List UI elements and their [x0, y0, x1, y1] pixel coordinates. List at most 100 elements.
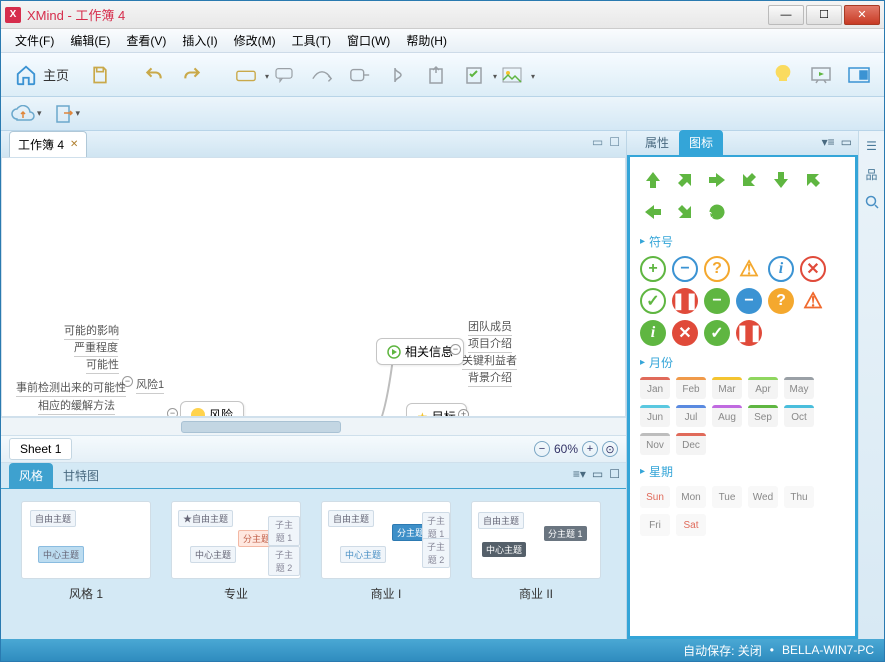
menu-modify[interactable]: 修改(M) — [226, 29, 284, 52]
minus-marker[interactable]: − — [672, 256, 698, 282]
leaf[interactable]: 事前检测出来的可能性 — [16, 379, 126, 395]
attach-button[interactable] — [419, 58, 453, 92]
week-marker[interactable]: Sat — [676, 514, 706, 536]
minimize-button[interactable]: — — [768, 5, 804, 25]
style-card[interactable]: ★自由主题中心主题分主题 1子主题 1子主题 2 专业 — [171, 501, 301, 602]
leaf[interactable]: 项目介绍 — [468, 335, 512, 351]
section-months[interactable]: 月份 — [640, 354, 845, 371]
arrow-down-icon[interactable] — [768, 167, 794, 193]
pause-red-marker[interactable]: ❚❚ — [672, 288, 698, 314]
week-marker[interactable]: Thu — [784, 486, 814, 508]
close-button[interactable]: ✕ — [844, 5, 880, 25]
branch-risk[interactable]: 风险 — [180, 401, 244, 417]
minus-green-marker[interactable]: − — [704, 288, 730, 314]
month-marker[interactable]: Sep — [748, 405, 778, 427]
warning-marker[interactable]: ⚠ — [736, 256, 762, 282]
section-symbols[interactable]: 符号 — [640, 233, 845, 250]
section-weeks[interactable]: 星期 — [640, 463, 845, 480]
week-marker[interactable]: Wed — [748, 486, 778, 508]
leaf[interactable]: 相应的缓解方法 — [38, 397, 115, 413]
minus-blue-marker[interactable]: − — [736, 288, 762, 314]
leaf[interactable]: 可能的影响 — [64, 322, 119, 338]
panel-menu-icon[interactable]: ▾≡ — [822, 135, 835, 149]
maximize-button[interactable]: ☐ — [806, 5, 842, 25]
relationship-button[interactable] — [305, 58, 339, 92]
style-card[interactable]: 自由主题中心主题分主题 1 商业 II — [471, 501, 601, 602]
panel-max-icon[interactable]: ☐ — [609, 467, 620, 481]
cloud-upload-button[interactable]: ▾ — [11, 101, 42, 127]
mindmap-canvas[interactable]: 项目计划 风险 − 风险1 − 风险2 + 可能的影响 严重程度 可能性 事前检… — [1, 157, 626, 417]
redo-button[interactable] — [175, 58, 209, 92]
export-button[interactable]: ▾ — [54, 101, 81, 127]
month-marker[interactable]: Jan — [640, 377, 670, 399]
week-marker[interactable]: Sun — [640, 486, 670, 508]
week-marker[interactable]: Mon — [676, 486, 706, 508]
image-button[interactable]: ▾ — [495, 58, 529, 92]
layout-button[interactable] — [842, 58, 876, 92]
arrow-downright-icon[interactable] — [736, 167, 762, 193]
cross-marker[interactable]: ✕ — [800, 256, 826, 282]
outline-icon[interactable]: ☰ — [863, 137, 881, 155]
cross-fill-marker[interactable]: ✕ — [672, 320, 698, 346]
expand-toggle[interactable]: + — [458, 409, 469, 417]
panel-menu-icon[interactable]: ≡▾ — [573, 467, 586, 481]
pause-marker[interactable]: ❚❚ — [736, 320, 762, 346]
tab-minimize-icon[interactable]: ▭ — [592, 135, 603, 149]
home-button[interactable] — [9, 58, 43, 92]
search-rail-icon[interactable] — [863, 193, 881, 211]
arrow-up-icon[interactable] — [640, 167, 666, 193]
collapse-toggle[interactable]: − — [167, 408, 178, 417]
info-marker[interactable]: i — [768, 256, 794, 282]
warning-orange-marker[interactable]: ⚠ — [800, 288, 826, 314]
boundary-button[interactable] — [343, 58, 377, 92]
month-marker[interactable]: Oct — [784, 405, 814, 427]
menu-edit[interactable]: 编辑(E) — [62, 29, 118, 52]
info-fill-marker[interactable]: i — [640, 320, 666, 346]
style-card[interactable]: 自由主题中心主题 风格 1 — [21, 501, 151, 602]
horizontal-scrollbar[interactable] — [1, 417, 626, 435]
structure-icon[interactable]: 品 — [863, 165, 881, 183]
summary-button[interactable] — [381, 58, 415, 92]
task-button[interactable]: ▾ — [457, 58, 491, 92]
month-marker[interactable]: Dec — [676, 433, 706, 455]
tab-properties[interactable]: 属性 — [635, 130, 679, 155]
leaf[interactable]: 关键利益者 — [462, 352, 517, 368]
idea-button[interactable] — [766, 58, 800, 92]
leaf[interactable]: 可能性 — [86, 356, 119, 372]
risk-group-1[interactable]: 风险1 — [136, 376, 164, 392]
menu-tools[interactable]: 工具(T) — [284, 29, 339, 52]
zoom-out-button[interactable]: − — [534, 441, 550, 457]
month-marker[interactable]: Jun — [640, 405, 670, 427]
leaf[interactable]: 推荐的解决方案 — [38, 415, 115, 417]
week-marker[interactable]: Fri — [640, 514, 670, 536]
topic-button[interactable]: ▾ — [229, 58, 263, 92]
close-tab-icon[interactable]: ✕ — [70, 139, 78, 150]
menu-view[interactable]: 查看(V) — [118, 29, 174, 52]
tab-markers[interactable]: 图标 — [679, 130, 723, 155]
arrow-upleft-icon[interactable] — [672, 199, 698, 225]
plus-marker[interactable]: + — [640, 256, 666, 282]
tab-style[interactable]: 风格 — [9, 463, 53, 488]
arrow-upright-icon[interactable] — [672, 167, 698, 193]
arrow-right-icon[interactable] — [704, 167, 730, 193]
leaf[interactable]: 团队成员 — [468, 318, 512, 334]
panel-min-icon[interactable]: ▭ — [592, 467, 603, 481]
menu-file[interactable]: 文件(F) — [7, 29, 62, 52]
month-marker[interactable]: Aug — [712, 405, 742, 427]
note-button[interactable] — [267, 58, 301, 92]
check-fill-marker[interactable]: ✓ — [704, 320, 730, 346]
month-marker[interactable]: Nov — [640, 433, 670, 455]
month-marker[interactable]: Jul — [676, 405, 706, 427]
refresh-icon[interactable] — [704, 199, 730, 225]
check-marker[interactable]: ✓ — [640, 288, 666, 314]
zoom-in-button[interactable]: + — [582, 441, 598, 457]
tab-maximize-icon[interactable]: ☐ — [609, 135, 620, 149]
leaf[interactable]: 背景介绍 — [468, 369, 512, 385]
week-marker[interactable]: Tue — [712, 486, 742, 508]
undo-button[interactable] — [137, 58, 171, 92]
zoom-fit-button[interactable]: ⊙ — [602, 441, 618, 457]
arrow-left-icon[interactable] — [640, 199, 666, 225]
menu-help[interactable]: 帮助(H) — [398, 29, 455, 52]
question-fill-marker[interactable]: ? — [768, 288, 794, 314]
month-marker[interactable]: Apr — [748, 377, 778, 399]
